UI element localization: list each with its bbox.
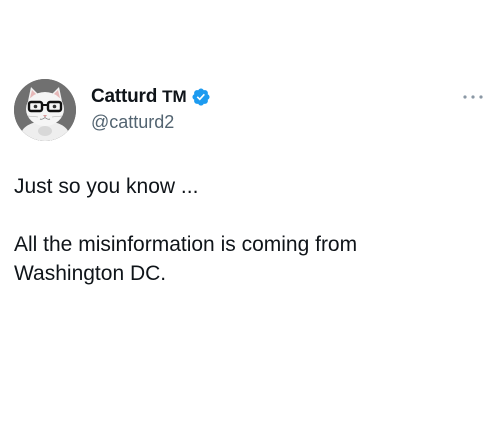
tweet-text: Just so you know ... All the misinformat… [14, 172, 484, 288]
more-horizontal-icon[interactable] [461, 91, 485, 103]
cat-with-glasses-avatar-icon [14, 79, 76, 141]
trademark-symbol: TM [162, 87, 187, 106]
tweet-text-line-3: Washington DC. [14, 262, 167, 285]
author-handle[interactable]: @catturd2 [91, 112, 174, 133]
avatar[interactable] [14, 79, 76, 141]
tweet-text-line-1: Just so you know ... [14, 175, 199, 198]
display-name[interactable]: Catturd [91, 86, 157, 108]
tweet-text-line-2: All the misinformation is coming from [14, 233, 358, 256]
tweet-card: Catturd TM @catturd2 Just so you know ..… [0, 0, 500, 437]
author-name-row[interactable]: Catturd TM [91, 85, 211, 109]
verified-badge-icon [192, 88, 210, 106]
